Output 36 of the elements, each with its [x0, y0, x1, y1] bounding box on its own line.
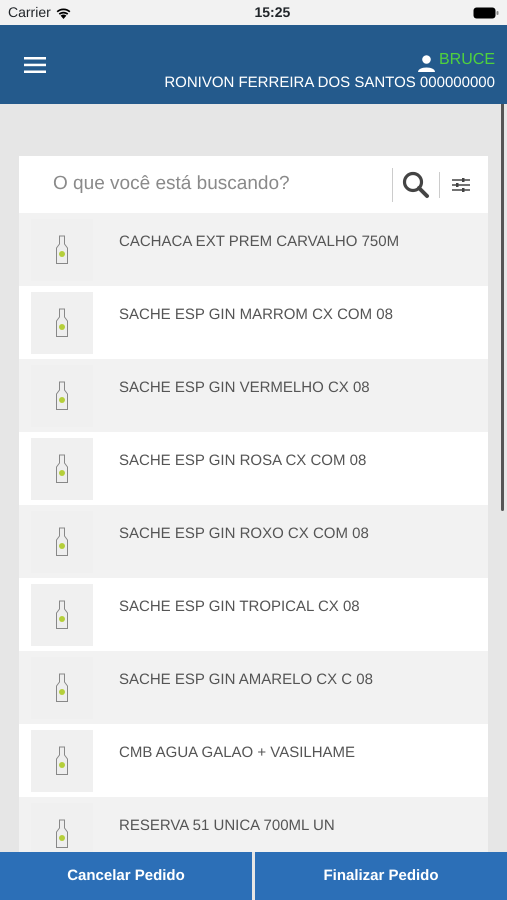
search-field[interactable]: O que você está buscando? — [19, 156, 392, 213]
user-icon — [418, 55, 435, 72]
search-icon[interactable] — [401, 170, 431, 200]
bottle-icon — [55, 746, 69, 776]
product-row[interactable]: SACHE ESP GIN AMARELO CX C 08 — [19, 651, 488, 724]
bottle-icon — [55, 454, 69, 484]
customer-name: RONIVON FERREIRA DOS SANTOS 000000000 — [164, 73, 495, 94]
product-name: SACHE ESP GIN ROSA CX COM 08 — [119, 451, 366, 471]
product-row[interactable]: SACHE ESP GIN VERMELHO CX 08 — [19, 359, 488, 432]
bottle-icon — [55, 673, 69, 703]
product-name: SACHE ESP GIN AMARELO CX C 08 — [119, 670, 373, 690]
product-name: RESERVA 51 UNICA 700ML UN — [119, 816, 335, 836]
product-name: SACHE ESP GIN ROXO CX COM 08 — [119, 524, 369, 544]
product-name: CMB AGUA GALAO + VASILHAME — [119, 743, 356, 763]
order-button[interactable]: Cancelar Pedido — [0, 852, 252, 900]
bottle-icon — [55, 527, 69, 557]
product-name: SACHE ESP GIN VERMELHO CX 08 — [119, 378, 370, 398]
bottle-icon — [55, 819, 69, 849]
product-row[interactable]: RESERVA 51 UNICA 700ML UN — [19, 797, 488, 852]
product-row[interactable]: CACHACA EXT PREM CARVALHO 750M — [19, 213, 488, 286]
carrier-text: Carrier — [8, 3, 51, 22]
product-name: CACHACA EXT PREM CARVALHO 750M — [119, 232, 400, 252]
clock-text: 15:25 — [254, 3, 290, 22]
bottle-icon — [55, 308, 69, 338]
battery-icon — [473, 6, 499, 18]
bottle-icon — [55, 235, 69, 265]
order-button[interactable]: Finalizar Pedido — [255, 852, 507, 900]
user-name: BRUCE — [438, 50, 495, 70]
menu-icon[interactable] — [24, 56, 46, 72]
product-row[interactable]: SACHE ESP GIN ROXO CX COM 08 — [19, 505, 488, 578]
product-name: SACHE ESP GIN MARROM CX COM 08 — [119, 305, 393, 325]
bottle-icon — [55, 600, 69, 630]
wifi-icon — [54, 6, 72, 18]
product-name: SACHE ESP GIN TROPICAL CX 08 — [119, 597, 360, 617]
bottle-icon — [55, 381, 69, 411]
filter-icon[interactable] — [452, 176, 470, 192]
